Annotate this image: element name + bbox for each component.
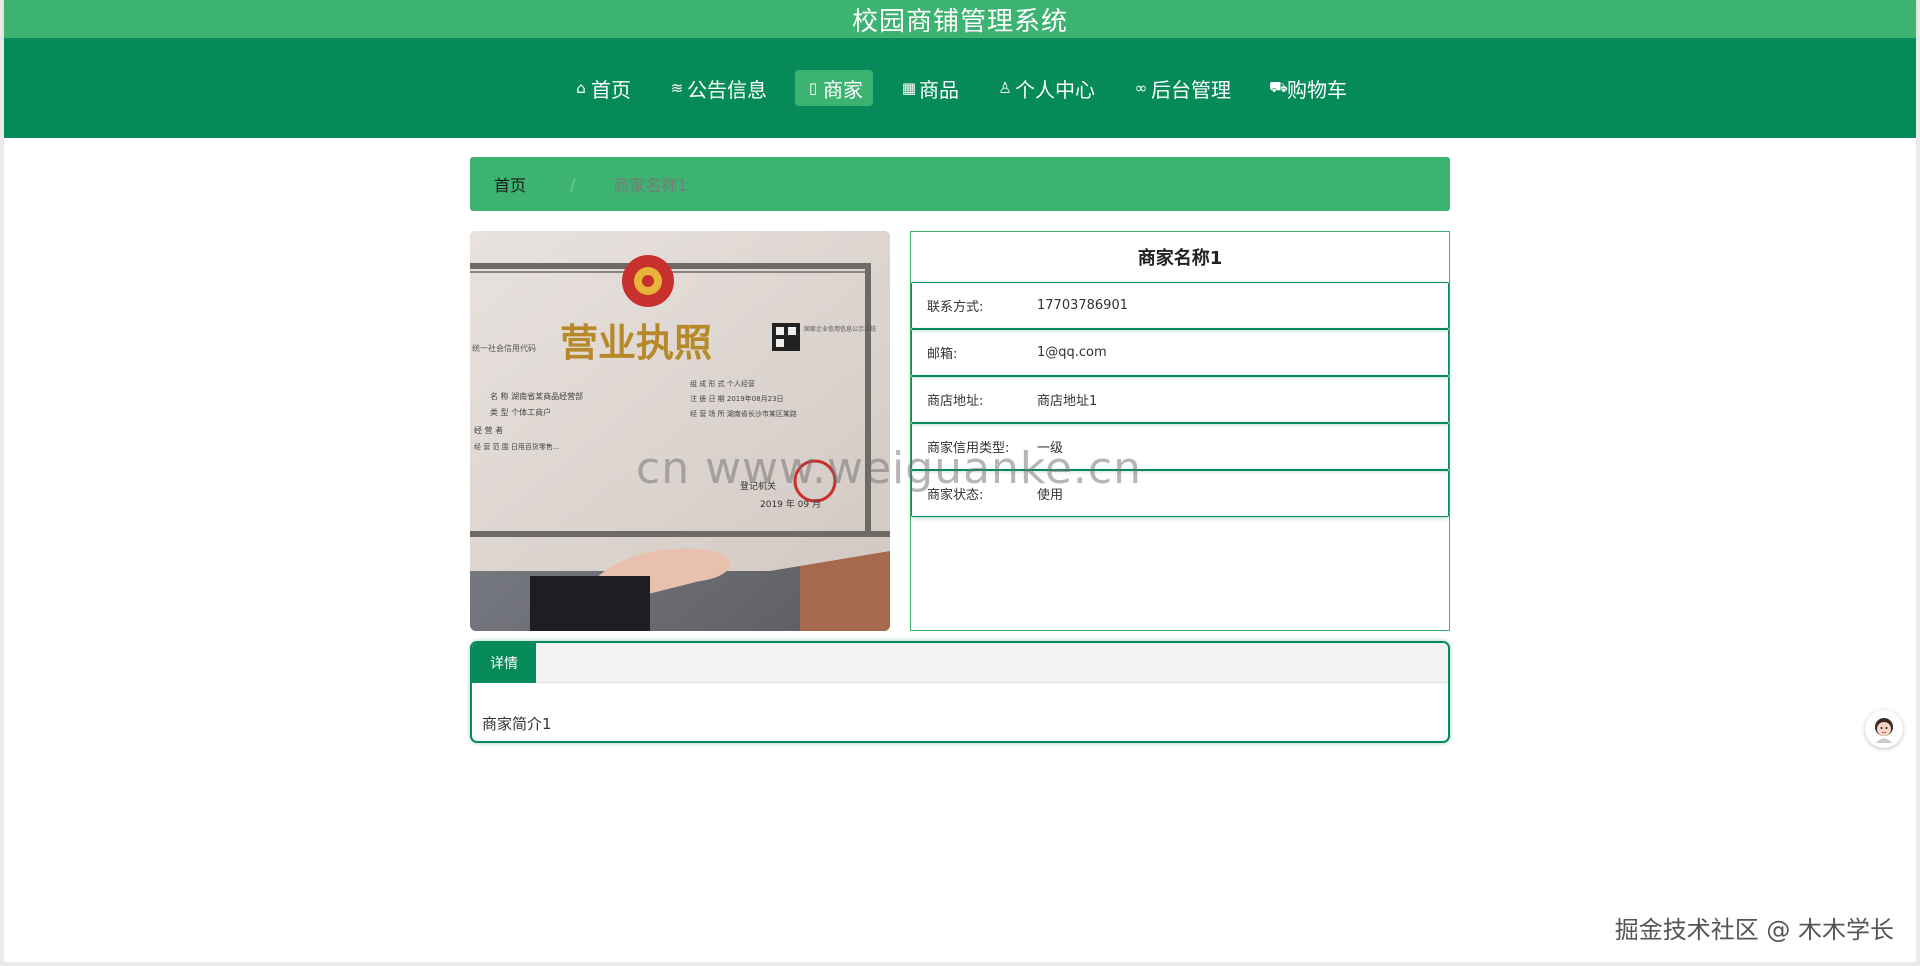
license-qr-caption: 国家企业信用信息公示系统: [804, 325, 876, 333]
nav-item-cart[interactable]: ⛟ 购物车: [1259, 70, 1357, 106]
details-panel: 详情 商家简介1: [470, 641, 1450, 743]
info-value: 1@qq.com: [1037, 345, 1107, 360]
details-tabbar: 详情: [472, 643, 1448, 683]
info-label: 邮箱:: [927, 347, 958, 362]
nav-item-label: 个人中心: [1015, 77, 1095, 102]
nav-item-admin[interactable]: ∞ 后台管理: [1123, 70, 1241, 106]
info-row-status: 商家状态: 使用: [911, 470, 1449, 517]
assistant-avatar-button[interactable]: [1865, 710, 1903, 748]
app-header: 校园商铺管理系统: [4, 0, 1916, 38]
merchant-info-panel: 商家名称1 联系方式: 17703786901 邮箱: 1@qq.com 商店地…: [910, 231, 1450, 631]
calendar-icon: ▦: [901, 79, 917, 97]
app-title: 校园商铺管理系统: [851, 6, 1068, 37]
info-value: 使用: [1037, 488, 1064, 503]
license-issuer: 登记机关: [740, 480, 776, 492]
breadcrumb-current: 商家名称1: [613, 176, 688, 195]
home-icon: ⌂: [576, 79, 586, 97]
breadcrumb-separator: /: [570, 174, 576, 194]
info-row-email: 邮箱: 1@qq.com: [911, 329, 1449, 376]
license-field-line: 名 称 湖南省某商品经营部: [490, 391, 583, 401]
layers-icon: ≋: [670, 79, 684, 97]
license-left-caption: 统一社会信用代码: [472, 343, 536, 353]
window-right-border: [1916, 0, 1920, 966]
info-label: 商家状态:: [927, 488, 984, 503]
license-photo: 营业执照 统一社会信用代码 国家企业信用信息公示系统 名 称 湖南省某商品经营部…: [470, 231, 890, 631]
license-heading: 营业执照: [560, 320, 712, 365]
info-label: 商店地址:: [927, 394, 984, 409]
tab-details[interactable]: 详情: [472, 643, 536, 683]
nav-item-label: 商家: [823, 77, 863, 102]
info-row-credit-type: 商家信用类型: 一级: [911, 423, 1449, 470]
license-field-line: 类 型 个体工商户: [490, 407, 551, 417]
info-value: 17703786901: [1037, 298, 1128, 313]
license-field-line: 经 营 者: [474, 425, 503, 435]
nav-item-label: 公告信息: [687, 77, 767, 102]
details-content: 商家简介1: [482, 715, 552, 733]
info-row-address: 商店地址: 商店地址1: [911, 376, 1449, 423]
nav-item-label: 商品: [919, 77, 959, 102]
nav-item-home[interactable]: ⌂ 首页: [563, 70, 641, 106]
info-label: 商家信用类型:: [927, 441, 1010, 456]
avatar-icon: [1875, 718, 1893, 743]
merchant-license-image: 营业执照 统一社会信用代码 国家企业信用信息公示系统 名 称 湖南省某商品经营部…: [470, 231, 890, 631]
link-icon: ∞: [1134, 79, 1148, 97]
document-icon: ▯: [808, 79, 818, 97]
breadcrumb: 首页 / 商家名称1: [470, 157, 1450, 211]
nav-item-profile[interactable]: ♙ 个人中心: [987, 70, 1105, 106]
nav-item-label: 首页: [591, 77, 631, 102]
window-left-border: [0, 0, 4, 966]
nav-item-label: 购物车: [1287, 77, 1347, 102]
info-row-contact: 联系方式: 17703786901: [911, 282, 1449, 329]
window-bottom-border: [0, 962, 1920, 966]
main-nav: ⌂ 首页 ≋ 公告信息 ▯ 商家 ▦ 商品 ♙ 个人中心 ∞ 后台管理 ⛟ 购物…: [4, 38, 1916, 138]
nav-item-merchants[interactable]: ▯ 商家: [795, 70, 873, 106]
user-icon: ♙: [998, 79, 1012, 97]
nav-item-products[interactable]: ▦ 商品: [891, 70, 969, 106]
info-value: 商店地址1: [1037, 394, 1098, 409]
license-right-line: 注 册 日 期 2019年08月23日: [690, 394, 784, 403]
cart-icon: ⛟: [1269, 78, 1288, 96]
nav-item-notices[interactable]: ≋ 公告信息: [659, 70, 777, 106]
info-label: 联系方式:: [927, 300, 984, 315]
license-year: 2019 年 09 月: [760, 498, 821, 510]
breadcrumb-home-link[interactable]: 首页: [494, 172, 526, 196]
bottom-right-watermark: 掘金技术社区 @ 木木学长: [1614, 916, 1894, 944]
nav-item-label: 后台管理: [1151, 77, 1231, 102]
merchant-name: 商家名称1: [1137, 248, 1223, 269]
license-right-line: 组 成 形 式 个人经营: [690, 379, 755, 388]
license-right-line: 经 营 场 所 湖南省长沙市某区某路: [690, 409, 797, 418]
info-value: 一级: [1037, 441, 1064, 456]
license-field-line: 经 营 范 围 日用百货零售...: [474, 442, 560, 451]
